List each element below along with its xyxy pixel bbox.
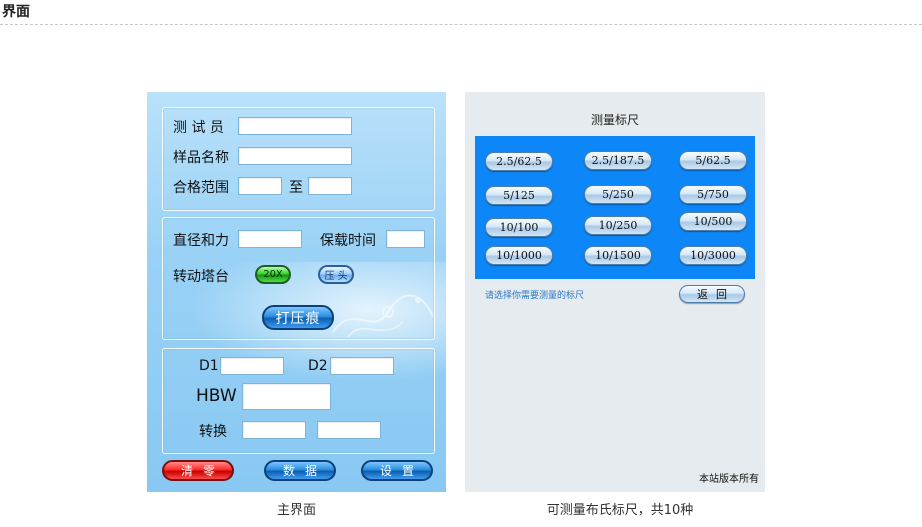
indenter-button[interactable]: 压头 (318, 265, 354, 284)
ruler-button-5-250[interactable]: 5/250 (584, 185, 652, 204)
d1-input[interactable] (220, 357, 284, 375)
turret-label: 转动塔台 (173, 269, 229, 285)
convert-input-1[interactable] (242, 421, 306, 439)
range-min-input[interactable] (238, 177, 282, 195)
clear-button[interactable]: 清零 (162, 460, 234, 481)
data-button[interactable]: 数据 (264, 460, 336, 481)
settings-button[interactable]: 设置 (361, 460, 433, 481)
tester-label: 测 试 员 (173, 120, 224, 136)
back-button[interactable]: 返回 (679, 285, 745, 303)
diameter-force-input[interactable] (238, 230, 302, 248)
hold-time-label: 保载时间 (320, 233, 376, 249)
ruler-button-5-125[interactable]: 5/125 (485, 186, 553, 205)
ruler-button-5-750[interactable]: 5/750 (679, 185, 747, 204)
heading-divider (0, 24, 922, 25)
make-indent-button[interactable]: 打压痕 (262, 305, 334, 330)
ruler-button-10-1000[interactable]: 10/1000 (485, 246, 553, 265)
zoom-20x-button[interactable]: 20X (255, 265, 291, 284)
ruler-panel-caption: 可测量布氏标尺，共10种 (546, 503, 694, 518)
ruler-button-5-62.5[interactable]: 5/62.5 (679, 151, 747, 170)
main-interface-panel: 测 试 员 样品名称 合格范围 至 直径和力 保载时间 转动塔台 20X 压头 … (147, 92, 446, 492)
ruler-hint-text: 请选择你需要测量的标尺 (485, 291, 585, 301)
ruler-button-10-500[interactable]: 10/500 (679, 212, 747, 231)
convert-label: 转换 (199, 424, 227, 440)
range-max-input[interactable] (308, 177, 352, 195)
d2-input[interactable] (330, 357, 394, 375)
hbw-label: HBW (196, 386, 237, 406)
hold-time-input[interactable] (386, 230, 425, 248)
tester-input[interactable] (238, 117, 352, 135)
sample-name-input[interactable] (238, 147, 352, 165)
d1-label: D1 (199, 358, 219, 374)
range-to-label: 至 (289, 180, 303, 196)
hbw-input[interactable] (242, 383, 331, 410)
ruler-button-10-3000[interactable]: 10/3000 (679, 246, 747, 265)
ruler-button-2.5-187.5[interactable]: 2.5/187.5 (584, 151, 652, 170)
ruler-title: 测量标尺 (590, 113, 639, 127)
ruler-button-10-100[interactable]: 10/100 (485, 218, 553, 237)
ruler-selection-panel: 测量标尺 2.5/62.5 2.5/187.5 5/62.5 5/125 5/2… (465, 92, 765, 492)
ruler-button-area: 2.5/62.5 2.5/187.5 5/62.5 5/125 5/250 5/… (475, 136, 755, 279)
copyright-text: 本站版本所有 (699, 474, 759, 485)
page-heading: 界面 (2, 4, 30, 20)
diameter-force-label: 直径和力 (173, 233, 229, 249)
ruler-button-2.5-62.5[interactable]: 2.5/62.5 (485, 152, 553, 171)
pass-range-label: 合格范围 (173, 180, 229, 196)
convert-input-2[interactable] (317, 421, 381, 439)
main-interface-caption: 主界面 (276, 503, 316, 518)
ruler-button-10-250[interactable]: 10/250 (584, 216, 652, 235)
ruler-button-10-1500[interactable]: 10/1500 (584, 246, 652, 265)
d2-label: D2 (308, 358, 328, 374)
sample-name-label: 样品名称 (173, 150, 229, 166)
